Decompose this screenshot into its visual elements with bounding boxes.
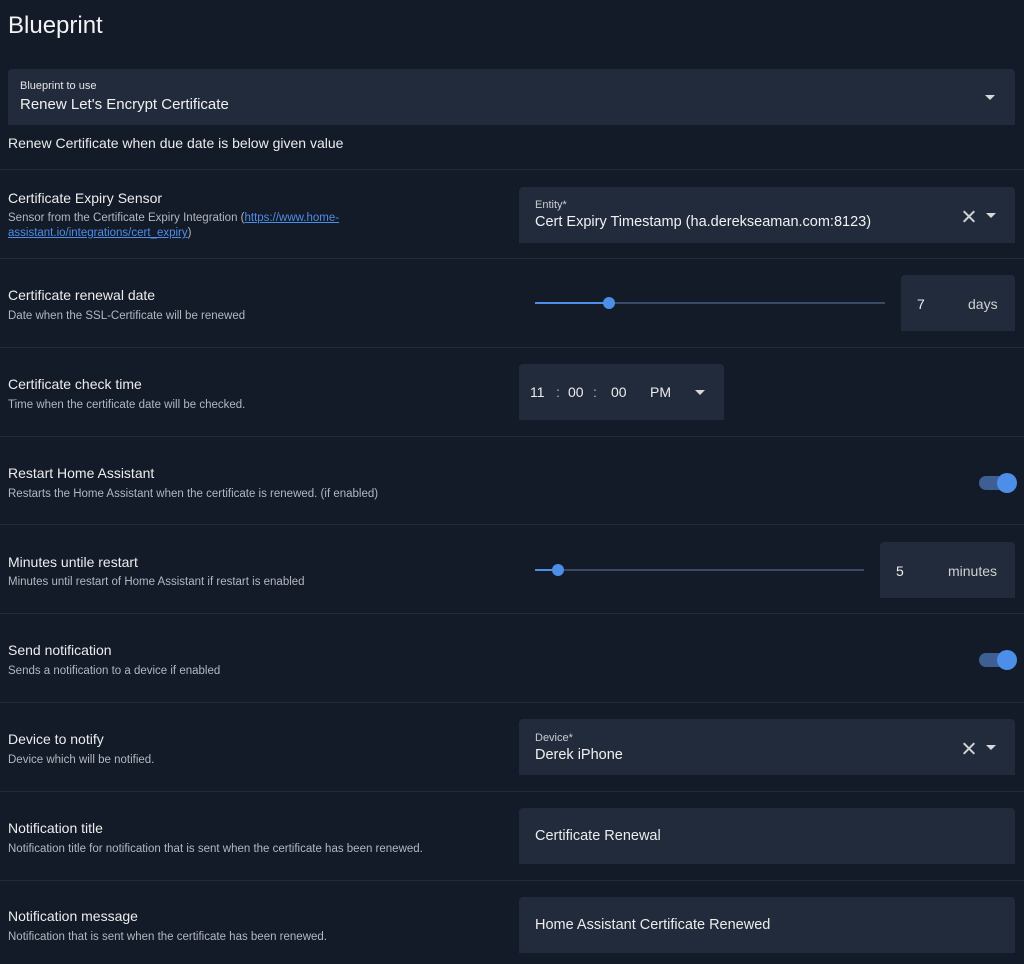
entity-picker-value: Cert Expiry Timestamp (ha.derekseaman.co… [535, 214, 872, 230]
link-text-line1: https://www.home- [244, 212, 340, 224]
notification-title-value: Certificate Renewal [535, 828, 661, 844]
renewal-days-unit: days [968, 296, 998, 312]
minutes-unit: minutes [948, 563, 998, 579]
notification-message-value: Home Assistant Certificate Renewed [535, 917, 771, 933]
device-picker-value: Derek iPhone [535, 747, 623, 763]
entity-picker[interactable]: Entity* Cert Expiry Timestamp (ha.dereks… [519, 187, 1015, 243]
notification-title-input[interactable]: Certificate Renewal [519, 808, 1015, 864]
row-title: Certificate check time [8, 376, 142, 392]
row-certificate-renewal-date: Certificate renewal date Date when the S… [0, 258, 1024, 348]
minutes-input[interactable]: 5 minutes [880, 542, 1015, 598]
notification-message-input[interactable]: Home Assistant Certificate Renewed [519, 897, 1015, 953]
row-description: Minutes until restart of Home Assistant … [8, 576, 305, 588]
chevron-down-icon[interactable] [985, 95, 995, 100]
row-description: Device which will be notified. [8, 754, 155, 766]
blueprint-select-value: Renew Let's Encrypt Certificate [20, 96, 229, 113]
renewal-slider[interactable] [535, 297, 885, 309]
chevron-down-icon[interactable] [986, 213, 996, 218]
row-description: Date when the SSL-Certificate will be re… [8, 310, 246, 322]
minutes-slider[interactable] [535, 564, 864, 576]
restart-toggle[interactable] [979, 471, 1017, 493]
toggle-knob [997, 650, 1017, 670]
row-title: Minutes untile restart [8, 554, 138, 570]
row-description: Notification that is sent when the certi… [8, 931, 327, 943]
slider-thumb[interactable] [603, 297, 615, 309]
blueprint-select-label: Blueprint to use [20, 80, 97, 92]
row-description: Notification title for notification that… [8, 843, 423, 855]
minutes-value: 5 [896, 563, 904, 579]
close-icon[interactable] [963, 210, 975, 222]
time-separator: : [593, 384, 597, 400]
time-separator: : [556, 384, 560, 400]
row-device-to-notify: Device to notify Device which will be no… [0, 702, 1024, 792]
time-seconds[interactable]: 00 [611, 384, 627, 400]
device-picker-label: Device* [535, 732, 573, 744]
blueprint-description: Renew Certificate when due date is below… [8, 135, 344, 151]
row-certificate-check-time: Certificate check time Time when the cer… [0, 347, 1024, 437]
row-title: Notification title [8, 820, 103, 836]
link-text-line2: assistant.io/integrations/cert_expiry [8, 227, 188, 239]
entity-picker-label: Entity* [535, 199, 567, 211]
time-picker[interactable]: 11 : 00 : 00 PM [519, 364, 724, 420]
row-description: Sensor from the Certificate Expiry Integ… [8, 211, 428, 241]
description-text: Sensor from the Certificate Expiry Integ… [8, 212, 245, 224]
toggle-knob [997, 473, 1017, 493]
close-icon[interactable] [963, 742, 975, 754]
device-picker[interactable]: Device* Derek iPhone [519, 719, 1015, 775]
row-notification-title: Notification title Notification title fo… [0, 791, 1024, 881]
row-title: Send notification [8, 642, 112, 658]
row-minutes-until-restart: Minutes untile restart Minutes until res… [0, 524, 1024, 614]
time-period[interactable]: PM [650, 384, 671, 400]
slider-thumb[interactable] [552, 564, 564, 576]
row-send-notification: Send notification Sends a notification t… [0, 613, 1024, 703]
chevron-down-icon[interactable] [695, 390, 705, 395]
row-description: Restarts the Home Assistant when the cer… [8, 488, 379, 500]
row-title: Certificate Expiry Sensor [8, 190, 163, 206]
slider-fill [535, 302, 609, 304]
row-title: Notification message [8, 908, 138, 924]
blueprint-select[interactable]: Blueprint to use Renew Let's Encrypt Cer… [8, 69, 1015, 125]
description-suffix: ) [187, 227, 192, 239]
page-title: Blueprint [8, 12, 103, 39]
row-title: Device to notify [8, 731, 104, 747]
row-certificate-expiry-sensor: Certificate Expiry Sensor Sensor from th… [0, 169, 1024, 259]
time-minutes[interactable]: 00 [568, 384, 584, 400]
row-title: Certificate renewal date [8, 287, 156, 303]
send-notification-toggle[interactable] [979, 648, 1017, 670]
row-description: Time when the certificate date will be c… [8, 399, 246, 411]
time-hours[interactable]: 11 [530, 384, 545, 400]
row-description: Sends a notification to a device if enab… [8, 665, 221, 677]
chevron-down-icon[interactable] [986, 745, 996, 750]
row-restart-home-assistant: Restart Home Assistant Restarts the Home… [0, 436, 1024, 525]
renewal-days-value: 7 [917, 296, 925, 312]
renewal-days-input[interactable]: 7 days [901, 275, 1015, 331]
row-title: Restart Home Assistant [8, 465, 155, 481]
row-notification-message: Notification message Notification that i… [0, 880, 1024, 964]
